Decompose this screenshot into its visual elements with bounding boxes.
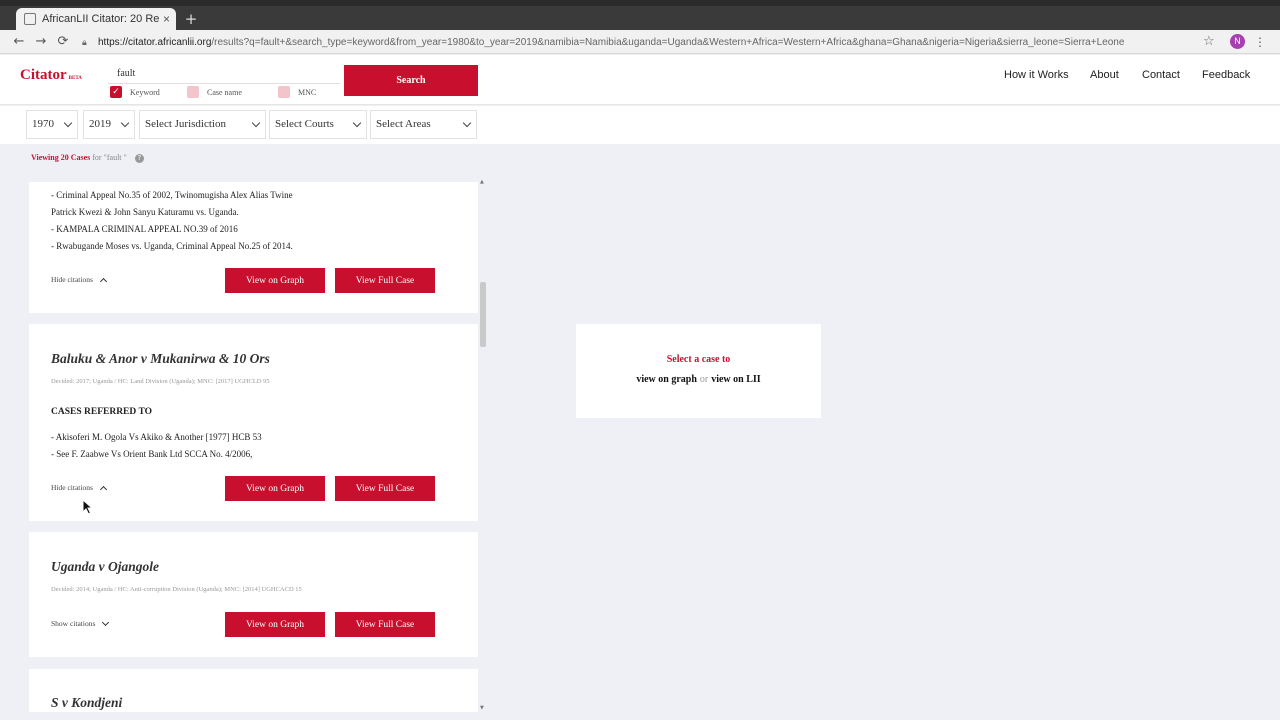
select-value: Select Courts: [275, 118, 334, 130]
view-on-graph-button[interactable]: View on Graph: [225, 268, 325, 293]
search-button[interactable]: Search: [344, 65, 478, 96]
case-title[interactable]: S v Kondjeni: [51, 695, 122, 711]
results-count: Viewing 20 Cases for "fault " ?: [31, 153, 144, 163]
citation-item: - Rwabugande Moses vs. Uganda, Criminal …: [51, 241, 293, 251]
lock-icon: 🔒︎: [82, 37, 87, 47]
nav-about[interactable]: About: [1090, 69, 1119, 81]
citation-item: - Akisoferi M. Ogola Vs Akiko & Another …: [51, 432, 262, 442]
case-card: Uganda v Ojangole Decided: 2014; Uganda …: [29, 532, 478, 657]
view-full-case-button[interactable]: View Full Case: [335, 612, 435, 637]
tab-title: AfricanLII Citator: 20 Results: [42, 13, 159, 25]
site-header: CitatorBETA ✓ Keyword Case name MNC Sear…: [0, 55, 1280, 105]
nav-contact[interactable]: Contact: [1142, 69, 1180, 81]
browser-menu-icon[interactable]: ⋮: [1254, 33, 1266, 51]
to-year-select[interactable]: 2019: [83, 110, 135, 139]
results-list[interactable]: - Criminal Appeal No.35 of 2002, Twinomu…: [29, 182, 479, 712]
scroll-down-icon[interactable]: ▼: [480, 705, 484, 711]
areas-select[interactable]: Select Areas: [370, 110, 477, 139]
chevron-down-icon: [352, 118, 362, 128]
mnc-checkbox[interactable]: MNC: [278, 86, 316, 98]
url-path: /results?q=fault+&search_type=keyword&fr…: [211, 37, 1125, 48]
checkbox-label: Case name: [207, 87, 242, 97]
chevron-down-icon: [120, 118, 130, 128]
case-card: - Criminal Appeal No.35 of 2002, Twinomu…: [29, 182, 478, 313]
case-name-checkbox[interactable]: Case name: [187, 86, 242, 98]
citation-item: - KAMPALA CRIMINAL APPEAL NO.39 of 2016: [51, 224, 238, 234]
results-count-strong: Viewing 20 Cases: [31, 153, 91, 162]
checkbox-label: MNC: [298, 87, 317, 97]
hide-citations-toggle[interactable]: Hide citations: [51, 275, 107, 285]
browser-toolbar: ← → ⟳ 🔒︎ https://citator.africanlii.org/r…: [0, 30, 1280, 54]
checkbox-checked-icon: ✓: [110, 86, 122, 98]
case-card: S v Kondjeni: [29, 669, 478, 712]
toggle-label: Show citations: [51, 619, 96, 628]
logo-text: Citator: [20, 67, 67, 83]
filter-bar: 1970 2019 Select Jurisdiction Select Cou…: [0, 106, 1280, 144]
back-icon[interactable]: ←: [10, 33, 28, 51]
view-on-graph-button[interactable]: View on Graph: [225, 476, 325, 501]
show-citations-toggle[interactable]: Show citations: [51, 618, 110, 628]
reload-icon[interactable]: ⟳: [54, 33, 72, 51]
results-query: for "fault ": [92, 153, 127, 162]
forward-icon[interactable]: →: [32, 33, 50, 51]
chevron-down-icon: [63, 118, 73, 128]
nav-feedback[interactable]: Feedback: [1202, 69, 1250, 81]
select-case-actions: view on graph or view on LII: [576, 374, 821, 385]
scroll-up-icon[interactable]: ▲: [480, 179, 484, 185]
select-value: Select Areas: [376, 118, 431, 130]
view-on-lii-link[interactable]: view on LII: [711, 374, 760, 385]
nav-how-it-works[interactable]: How it Works: [1004, 69, 1069, 81]
checkbox-label: Keyword: [130, 87, 160, 97]
case-meta: Decided: 2014; Uganda / HC: Anti-corrupt…: [51, 586, 302, 593]
chevron-down-icon: [251, 118, 261, 128]
page-icon: [24, 13, 36, 25]
beta-badge: BETA: [68, 76, 82, 81]
view-full-case-button[interactable]: View Full Case: [335, 476, 435, 501]
chevron-up-icon: [99, 277, 107, 285]
view-full-case-button[interactable]: View Full Case: [335, 268, 435, 293]
chevron-up-icon: [99, 485, 107, 493]
citation-item: - Criminal Appeal No.35 of 2002, Twinomu…: [51, 190, 293, 200]
view-on-graph-link[interactable]: view on graph: [636, 374, 697, 385]
url-host: https://citator.africanlii.org: [98, 37, 212, 48]
case-meta: Decided: 2017; Uganda / HC: Land Divisio…: [51, 378, 270, 385]
or-separator: or: [699, 374, 709, 385]
select-case-panel: Select a case to view on graph or view on …: [576, 324, 821, 418]
from-year-select[interactable]: 1970: [26, 110, 78, 139]
case-title[interactable]: Uganda v Ojangole: [51, 559, 159, 575]
citator-logo[interactable]: Citator BETA: [20, 67, 82, 84]
toggle-label: Hide citations: [51, 483, 93, 492]
hide-citations-toggle[interactable]: Hide citations: [51, 483, 107, 493]
new-tab-button[interactable]: +: [182, 10, 200, 28]
help-icon[interactable]: ?: [134, 154, 144, 163]
search-input[interactable]: [108, 64, 340, 84]
checkbox-unchecked-icon: [187, 86, 199, 98]
select-value: 1970: [32, 118, 54, 130]
checkbox-unchecked-icon: [278, 86, 290, 98]
select-value: 2019: [89, 118, 111, 130]
select-case-prompt: Select a case to: [666, 354, 731, 365]
jurisdiction-select[interactable]: Select Jurisdiction: [139, 110, 266, 139]
address-bar[interactable]: 🔒︎ https://citator.africanlii.org/results…: [82, 32, 1222, 52]
profile-avatar[interactable]: N: [1230, 34, 1245, 49]
case-card: Baluku & Anor v Mukanirwa & 10 Ors Decid…: [29, 324, 478, 521]
courts-select[interactable]: Select Courts: [269, 110, 367, 139]
keyword-checkbox[interactable]: ✓ Keyword: [110, 86, 160, 98]
citation-item: Patrick Kwezi & John Sanyu Katuramu vs. …: [51, 207, 239, 217]
select-value: Select Jurisdiction: [145, 118, 226, 130]
chevron-down-icon: [102, 618, 110, 627]
bookmark-star-icon[interactable]: ☆: [1203, 33, 1215, 51]
tab-strip: AfricanLII Citator: 20 Results × +: [0, 6, 1280, 30]
toggle-label: Hide citations: [51, 275, 93, 284]
chevron-down-icon: [462, 118, 472, 128]
mouse-cursor-icon: [82, 499, 94, 515]
case-title[interactable]: Baluku & Anor v Mukanirwa & 10 Ors: [51, 351, 270, 367]
browser-tab[interactable]: AfricanLII Citator: 20 Results ×: [16, 8, 176, 30]
citation-item: - See F. Zaabwe Vs Orient Bank Ltd SCCA …: [51, 449, 253, 459]
cases-referred-heading: CASES REFERRED TO: [51, 407, 153, 417]
view-on-graph-button[interactable]: View on Graph: [225, 612, 325, 637]
results-scrollbar[interactable]: ▲ ▼: [479, 179, 487, 712]
scrollbar-thumb[interactable]: [480, 282, 486, 347]
close-icon[interactable]: ×: [163, 12, 170, 26]
